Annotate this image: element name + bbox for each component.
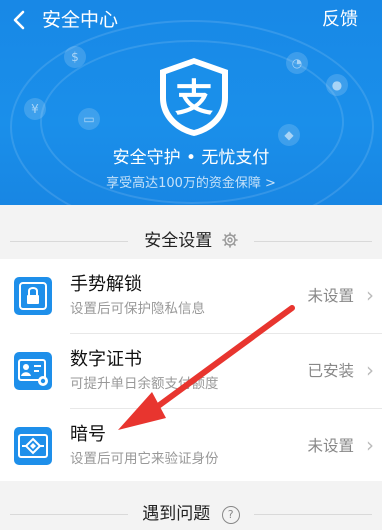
- row-status: 已安装: [307, 362, 354, 380]
- certificate-icon: [14, 352, 52, 390]
- drop-icon: ◆: [278, 124, 300, 146]
- gesture-unlock-row[interactable]: 手势解锁 设置后可保护隐私信息 未设置 ›: [0, 259, 382, 333]
- security-settings-list: 手势解锁 设置后可保护隐私信息 未设置 › 数字证书 可提升单日余额支付额度 已…: [0, 259, 382, 481]
- section-title: 遇到问题: [142, 504, 211, 524]
- row-description: 设置后可保护隐私信息: [70, 301, 205, 317]
- security-hero-banner: $ ¥ ▭ ◔ ● ◆ 安全中心 反馈 支 安全守护 • 无忧支付 享受高达10…: [0, 0, 382, 205]
- page-title: 安全中心: [42, 9, 119, 31]
- back-button[interactable]: [8, 8, 32, 32]
- alipay-shield-logo: 支: [156, 56, 232, 138]
- money-bag-icon: $: [64, 46, 86, 68]
- feedback-button[interactable]: 反馈: [322, 8, 358, 32]
- security-settings-header: 安全设置: [0, 223, 382, 259]
- row-status: 未设置: [307, 287, 354, 305]
- divider: [10, 514, 128, 515]
- chevron-right-icon: ›: [366, 433, 374, 457]
- chevron-left-icon: [13, 10, 25, 30]
- hero-tagline: 安全守护 • 无忧支付: [112, 148, 270, 168]
- row-status: 未设置: [307, 437, 354, 455]
- row-label: 手势解锁: [70, 274, 142, 295]
- row-label: 暗号: [70, 424, 106, 445]
- passcode-icon: [14, 427, 52, 465]
- coin-icon: ¥: [24, 98, 46, 120]
- divider: [254, 514, 372, 515]
- chat-icon: ◔: [286, 52, 308, 74]
- divider: [254, 241, 372, 242]
- lock-icon: [14, 277, 52, 315]
- row-description: 可提升单日余额支付额度: [70, 376, 219, 392]
- row-description: 设置后可用它来验证身份: [70, 451, 219, 467]
- help-icon[interactable]: ?: [221, 506, 240, 524]
- chevron-right-icon: ›: [366, 283, 374, 307]
- passcode-row[interactable]: 暗号 设置后可用它来验证身份 未设置 ›: [0, 409, 382, 483]
- chevron-right-icon: ›: [366, 358, 374, 382]
- digital-certificate-row[interactable]: 数字证书 可提升单日余额支付额度 已安装 ›: [0, 334, 382, 408]
- gear-icon[interactable]: [221, 232, 238, 248]
- user-icon: ●: [326, 74, 348, 96]
- section-title: 安全设置: [144, 231, 213, 251]
- card-icon: ▭: [78, 108, 100, 130]
- svg-text:支: 支: [175, 76, 213, 120]
- row-label: 数字证书: [70, 349, 142, 370]
- divider: [10, 241, 128, 242]
- problems-header: 遇到问题 ?: [0, 498, 382, 530]
- fund-guarantee-link[interactable]: 享受高达100万的资金保障 >: [0, 173, 382, 195]
